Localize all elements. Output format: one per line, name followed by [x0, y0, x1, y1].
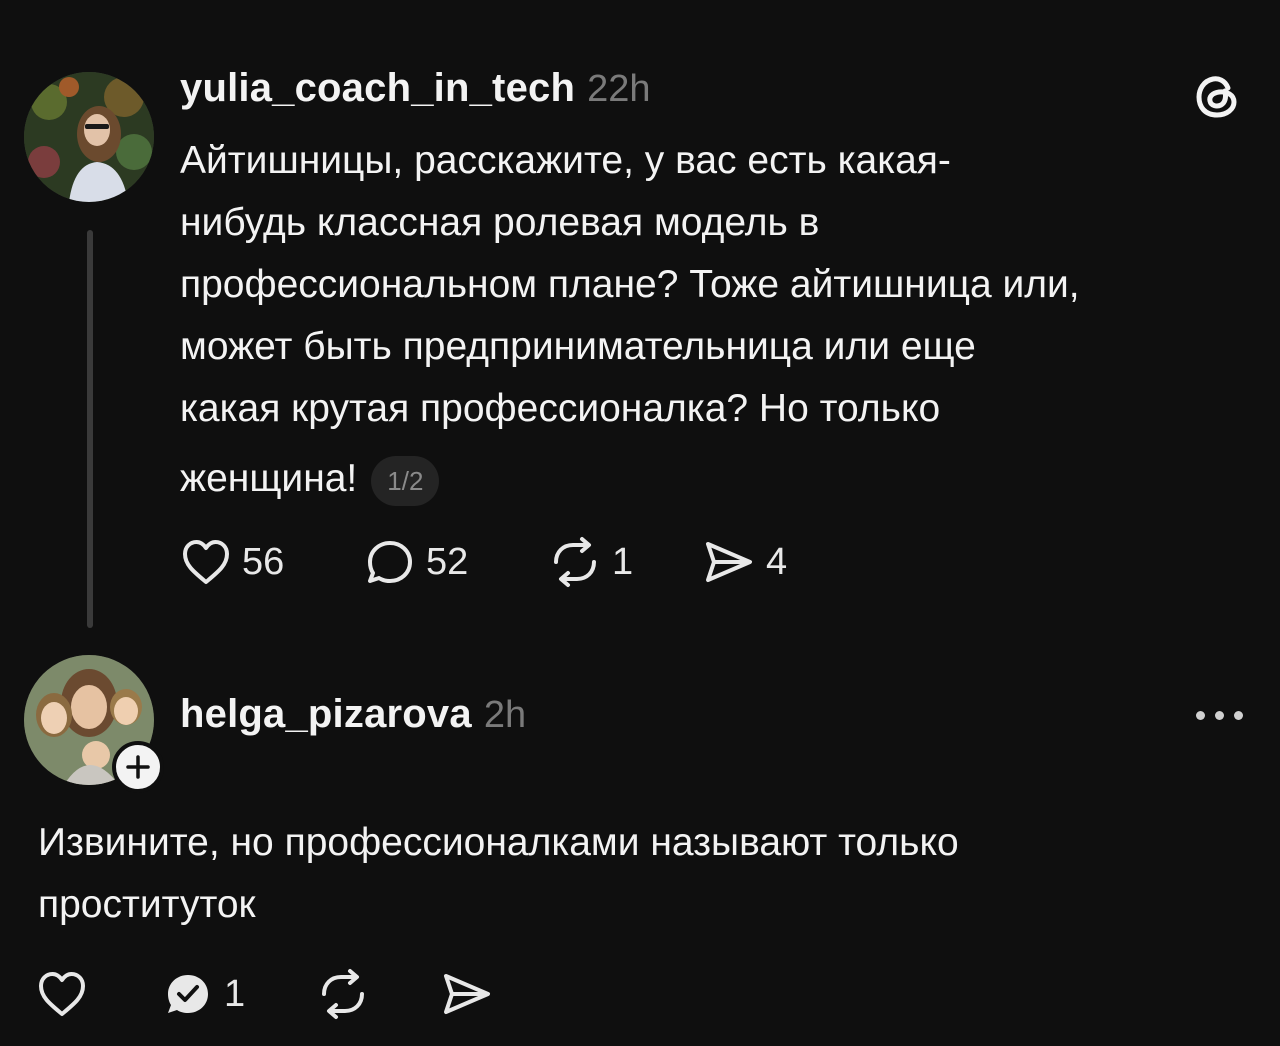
share-button[interactable]: 4: [702, 536, 787, 588]
reply-count: 52: [426, 540, 469, 583]
reply-comment-button[interactable]: 1: [162, 968, 245, 1020]
reply-repost-button[interactable]: [316, 968, 370, 1020]
reply-username[interactable]: helga_pizarova: [180, 692, 472, 737]
threads-logo-icon[interactable]: [1192, 70, 1244, 122]
post-timestamp: 22h: [587, 68, 651, 110]
share-count: 4: [766, 540, 788, 583]
reply-body: Извините, но профессионалками называют т…: [38, 812, 1258, 936]
post-text-line: какая крутая профессионалка? Но только: [180, 387, 941, 430]
like-button[interactable]: 56: [180, 536, 284, 588]
heart-icon: [180, 536, 232, 588]
heart-icon: [36, 968, 88, 1020]
repost-icon: [548, 536, 602, 588]
reply-like-button[interactable]: [36, 968, 88, 1020]
repost-count: 1: [612, 540, 634, 583]
thread-connector-line: [87, 230, 93, 628]
post-body: Айтишницы, расскажите, у вас есть какая-…: [180, 130, 1260, 510]
post-author-avatar[interactable]: [24, 72, 154, 202]
follow-button[interactable]: [112, 741, 164, 793]
comment-filled-check-icon: [162, 968, 214, 1020]
comment-icon: [364, 536, 416, 588]
post-text-line: нибудь классная ролевая модель в: [180, 201, 820, 244]
post-text-line: профессиональном плане? Тоже айтишница и…: [180, 263, 1080, 306]
reply-text-line: проституток: [38, 883, 256, 926]
plus-icon: [126, 755, 150, 779]
reply-text-line: Извините, но профессионалками называют т…: [38, 821, 959, 864]
send-icon: [702, 536, 756, 588]
post-username[interactable]: yulia_coach_in_tech: [180, 66, 575, 111]
reply-button[interactable]: 52: [364, 536, 468, 588]
reply-timestamp: 2h: [483, 694, 527, 736]
send-icon: [440, 968, 494, 1020]
more-options-icon[interactable]: [1196, 711, 1243, 720]
post-text-line: женщина!: [180, 457, 358, 500]
reply-header: helga_pizarova 2h: [180, 692, 526, 742]
avatar-photo: [24, 72, 154, 202]
post-text-last-line: женщина! 1/2: [180, 448, 1260, 510]
reply-comment-count: 1: [224, 972, 246, 1015]
like-count: 56: [242, 540, 285, 583]
post-header: yulia_coach_in_tech 22h: [180, 66, 651, 116]
post-text-line: Айтишницы, расскажите, у вас есть какая-: [180, 139, 951, 182]
post-text-line: может быть предпринимательница или еще: [180, 325, 976, 368]
repost-icon: [316, 968, 370, 1020]
page-indicator-badge[interactable]: 1/2: [371, 455, 440, 506]
repost-button[interactable]: 1: [548, 536, 633, 588]
reply-share-button[interactable]: [440, 968, 494, 1020]
